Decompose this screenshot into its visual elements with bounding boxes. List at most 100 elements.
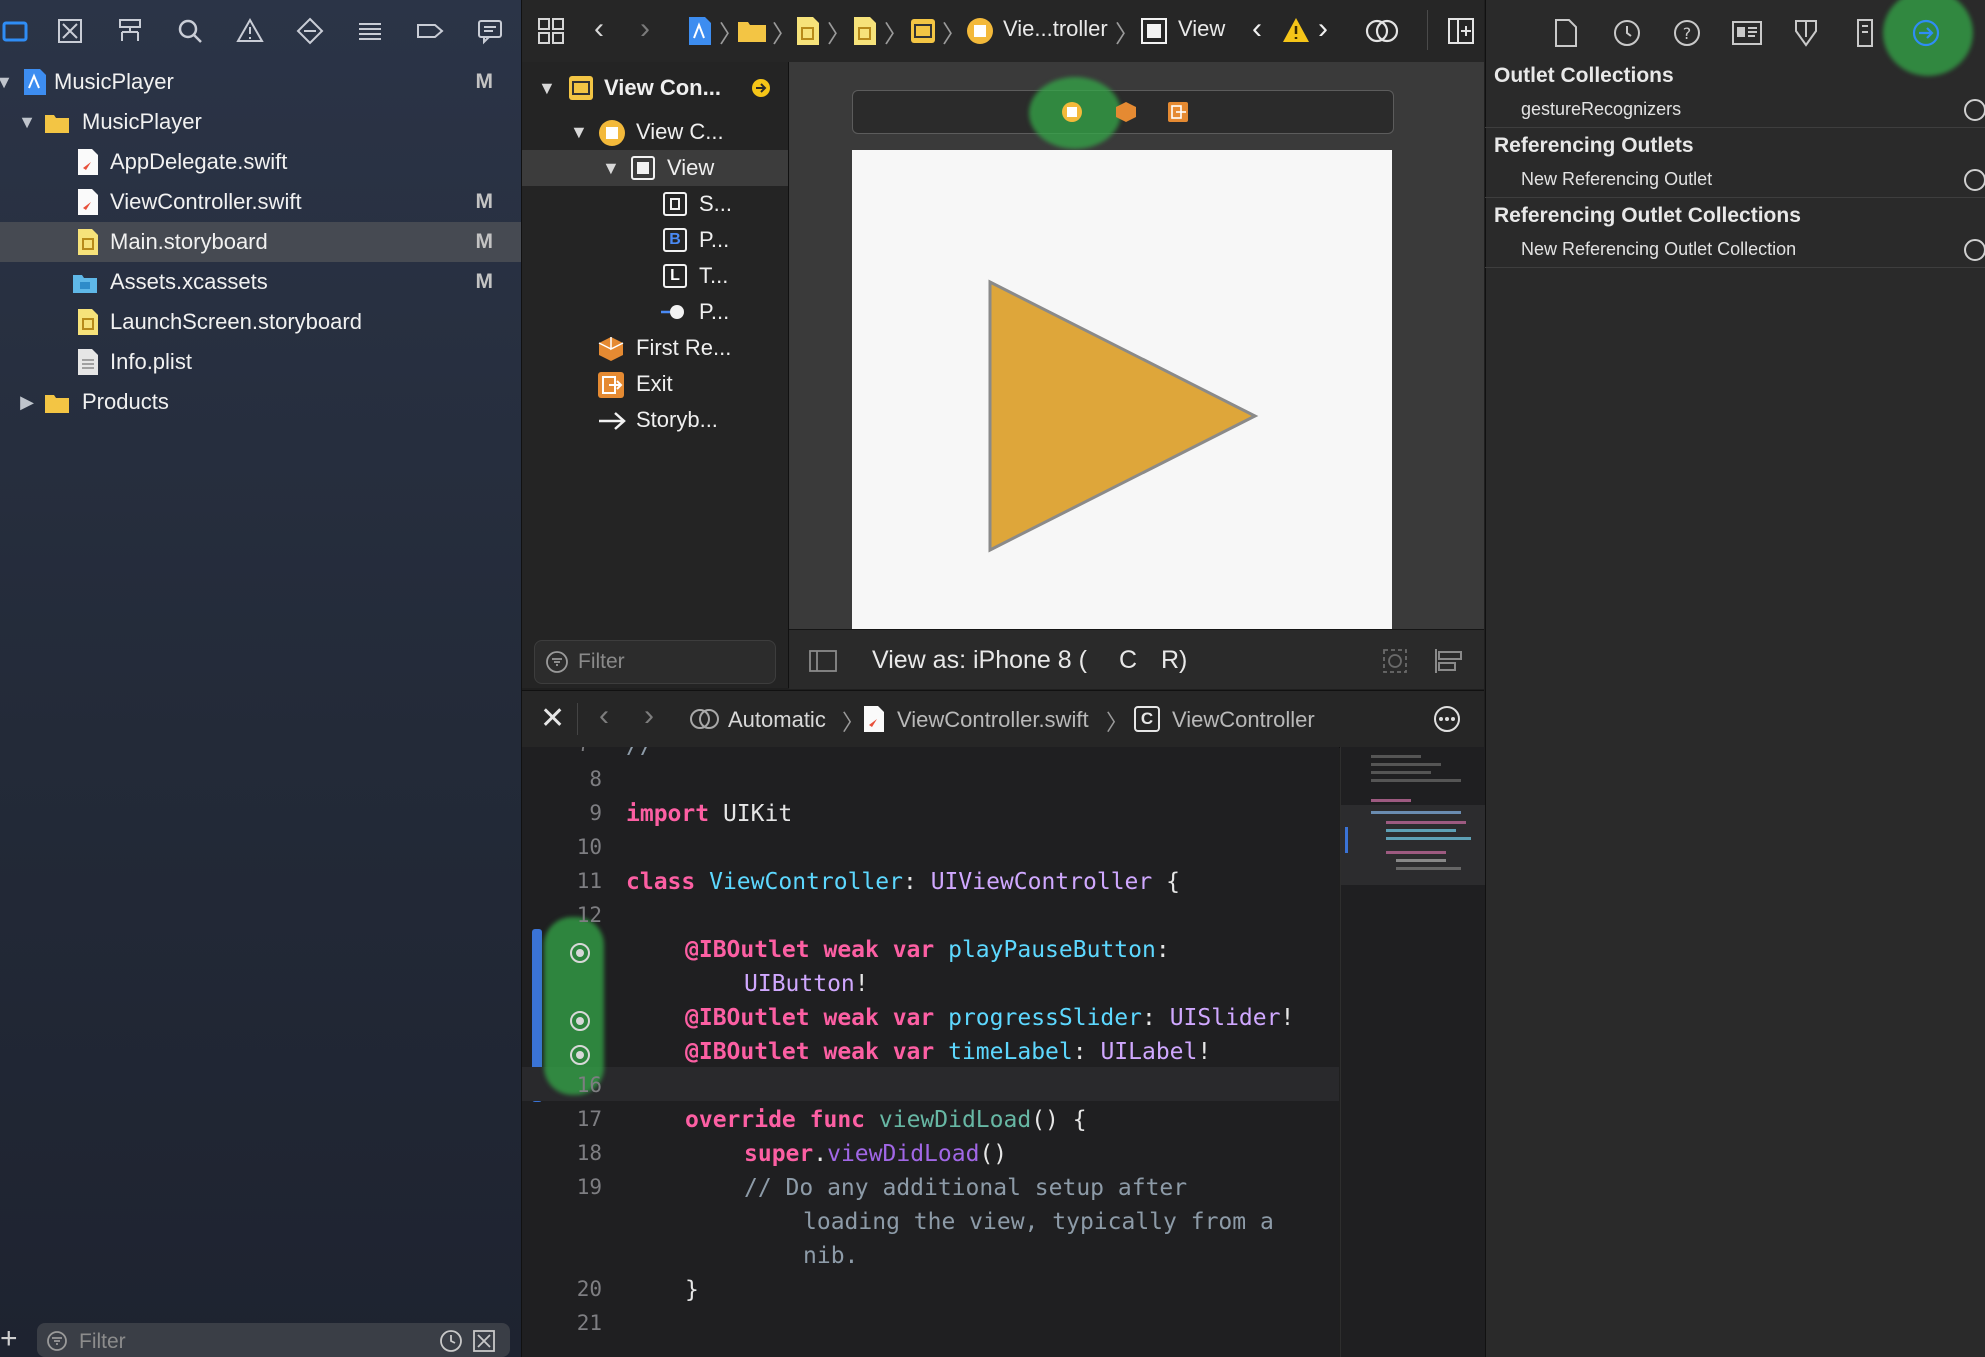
back-icon[interactable]: ‹ bbox=[594, 12, 604, 46]
recent-files-icon[interactable] bbox=[439, 1329, 463, 1353]
source-control-filter-icon[interactable] bbox=[472, 1329, 496, 1353]
outline-label: View C... bbox=[636, 119, 724, 144]
storyboard-file-icon bbox=[78, 229, 98, 255]
connections-inspector-icon[interactable] bbox=[1911, 18, 1941, 48]
view-controller-icon[interactable] bbox=[1061, 101, 1083, 123]
attributes-inspector-icon[interactable] bbox=[1792, 17, 1820, 49]
tree-item-project[interactable]: ▼ MusicPlayer M bbox=[0, 62, 521, 102]
outline-item-label[interactable]: L T... bbox=[522, 258, 788, 294]
scene-view[interactable] bbox=[852, 150, 1392, 629]
exit-icon[interactable] bbox=[1167, 101, 1189, 123]
warning-icon[interactable] bbox=[1282, 16, 1310, 44]
connection-circle-icon[interactable] bbox=[1964, 169, 1985, 191]
disclosure-icon[interactable]: ▼ bbox=[17, 112, 37, 133]
disclosure-icon[interactable]: ▶ bbox=[17, 392, 37, 413]
disclosure-icon[interactable]: ▼ bbox=[602, 158, 620, 179]
disclosure-icon[interactable]: ▼ bbox=[570, 122, 588, 143]
tree-item-file[interactable]: Info.plist bbox=[0, 342, 521, 382]
outline-item-button[interactable]: B P... bbox=[522, 222, 788, 258]
outline-item-slider[interactable]: S... bbox=[522, 186, 788, 222]
assistant-editor-icon[interactable] bbox=[690, 706, 720, 732]
first-responder-icon[interactable] bbox=[1115, 101, 1137, 123]
search-icon[interactable] bbox=[173, 14, 207, 48]
align-icon[interactable] bbox=[1433, 647, 1465, 675]
assistant-mode[interactable]: Automatic bbox=[728, 707, 826, 733]
breadcrumb-view-controller[interactable]: Vie...troller bbox=[1003, 16, 1108, 42]
hierarchy-icon[interactable] bbox=[113, 14, 147, 48]
warning-icon[interactable] bbox=[233, 14, 267, 48]
disclosure-icon[interactable]: ▼ bbox=[0, 72, 14, 93]
play-pause-button[interactable] bbox=[852, 150, 1392, 629]
history-inspector-icon[interactable] bbox=[1612, 18, 1642, 48]
project-file-icon[interactable] bbox=[687, 16, 713, 46]
outline-item-storyboard-entry[interactable]: Storyb... bbox=[522, 402, 788, 438]
navigator-filter-field[interactable]: Filter bbox=[37, 1323, 510, 1357]
arrow-right-circle-icon[interactable] bbox=[751, 78, 771, 98]
add-editor-icon[interactable] bbox=[1447, 17, 1475, 45]
outline-item-view[interactable]: ▼ View bbox=[522, 150, 788, 186]
tree-item-file[interactable]: ViewController.swift M bbox=[0, 182, 521, 222]
connection-circle-icon[interactable] bbox=[1964, 99, 1985, 121]
tree-item-file[interactable]: Assets.xcassets M bbox=[0, 262, 521, 302]
close-icon[interactable]: ✕ bbox=[540, 701, 565, 736]
folder-icon[interactable] bbox=[737, 18, 767, 44]
folder-icon[interactable] bbox=[0, 14, 34, 48]
document-outline-toggle-icon[interactable] bbox=[809, 650, 837, 672]
report-icon[interactable] bbox=[473, 14, 507, 48]
storyboard-file-icon[interactable] bbox=[795, 16, 821, 46]
chevron-right-icon: 〉 bbox=[942, 21, 966, 48]
test-icon[interactable] bbox=[293, 14, 327, 48]
outline-item-first-responder[interactable]: First Re... bbox=[522, 330, 788, 366]
tree-item-group[interactable]: ▶ Products bbox=[0, 382, 521, 422]
source-editor[interactable]: //7 8 9import UIKit 10 11class ViewContr… bbox=[522, 747, 1339, 1357]
code-line: 9 import UIKit bbox=[522, 801, 1339, 835]
outlet-connected-icon[interactable] bbox=[570, 1045, 590, 1065]
outlet-connected-icon[interactable] bbox=[570, 943, 590, 963]
update-frames-icon[interactable] bbox=[1381, 647, 1409, 675]
add-icon[interactable]: + bbox=[0, 1322, 18, 1356]
plist-file-icon bbox=[78, 349, 98, 375]
connection-circle-icon[interactable] bbox=[1964, 239, 1985, 261]
identity-inspector-icon[interactable] bbox=[1731, 19, 1763, 47]
size-inspector-icon[interactable] bbox=[1855, 17, 1875, 49]
tree-item-file[interactable]: LaunchScreen.storyboard bbox=[0, 302, 521, 342]
forward-icon[interactable]: › bbox=[644, 699, 654, 733]
view-icon[interactable] bbox=[1140, 17, 1168, 45]
code-line: loading the view, typically from a bbox=[803, 1209, 1274, 1235]
more-options-icon[interactable] bbox=[1433, 705, 1461, 733]
first-responder-icon bbox=[598, 337, 624, 361]
source-control-icon[interactable] bbox=[53, 14, 87, 48]
tree-item-group[interactable]: ▼ MusicPlayer bbox=[0, 102, 521, 142]
minimap[interactable] bbox=[1340, 747, 1485, 1357]
breadcrumb-view[interactable]: View bbox=[1178, 16, 1225, 42]
code-line: @IBOutlet weak var playPauseButton: bbox=[522, 937, 1339, 971]
breakpoint-icon[interactable] bbox=[413, 14, 447, 48]
outline-item-view-controller[interactable]: ▼ View C... bbox=[522, 114, 788, 150]
help-inspector-icon[interactable]: ? bbox=[1672, 18, 1702, 48]
assistant-editor-icon[interactable] bbox=[1365, 17, 1399, 45]
scene-icon[interactable] bbox=[909, 17, 937, 45]
code-line: 17 override func viewDidLoad() { bbox=[522, 1107, 1339, 1141]
tree-item-file[interactable]: AppDelegate.swift bbox=[0, 142, 521, 182]
line-number: 10 bbox=[576, 835, 602, 859]
breadcrumb-file[interactable]: ViewController.swift bbox=[897, 707, 1089, 733]
outline-filter-field[interactable]: Filter bbox=[534, 640, 776, 684]
file-inspector-icon[interactable] bbox=[1553, 18, 1579, 48]
view-controller-icon[interactable] bbox=[965, 16, 995, 46]
storyboard-file-icon[interactable] bbox=[852, 16, 878, 46]
disclosure-icon[interactable]: ▼ bbox=[538, 78, 556, 99]
outline-item-gesture[interactable]: P... bbox=[522, 294, 788, 330]
tree-item-file-selected[interactable]: Main.storyboard M bbox=[0, 222, 521, 262]
breadcrumb-class[interactable]: ViewController bbox=[1172, 707, 1315, 733]
code-line: @IBOutlet weak var progressSlider: UISli… bbox=[522, 1005, 1339, 1039]
outline-item-scene[interactable]: ▼ View Con... bbox=[522, 70, 788, 106]
outline-item-exit[interactable]: Exit bbox=[522, 366, 788, 402]
back-icon[interactable]: ‹ bbox=[599, 699, 609, 733]
outlet-connected-icon[interactable] bbox=[570, 1011, 590, 1031]
forward-icon[interactable]: › bbox=[640, 12, 650, 46]
view-as-device[interactable]: View as: iPhone 8 ( bbox=[872, 646, 1087, 675]
related-items-icon[interactable] bbox=[537, 17, 565, 45]
debug-icon[interactable] bbox=[353, 14, 387, 48]
previous-issue-icon[interactable]: ‹ bbox=[1252, 12, 1262, 46]
next-issue-icon[interactable]: › bbox=[1318, 12, 1328, 46]
